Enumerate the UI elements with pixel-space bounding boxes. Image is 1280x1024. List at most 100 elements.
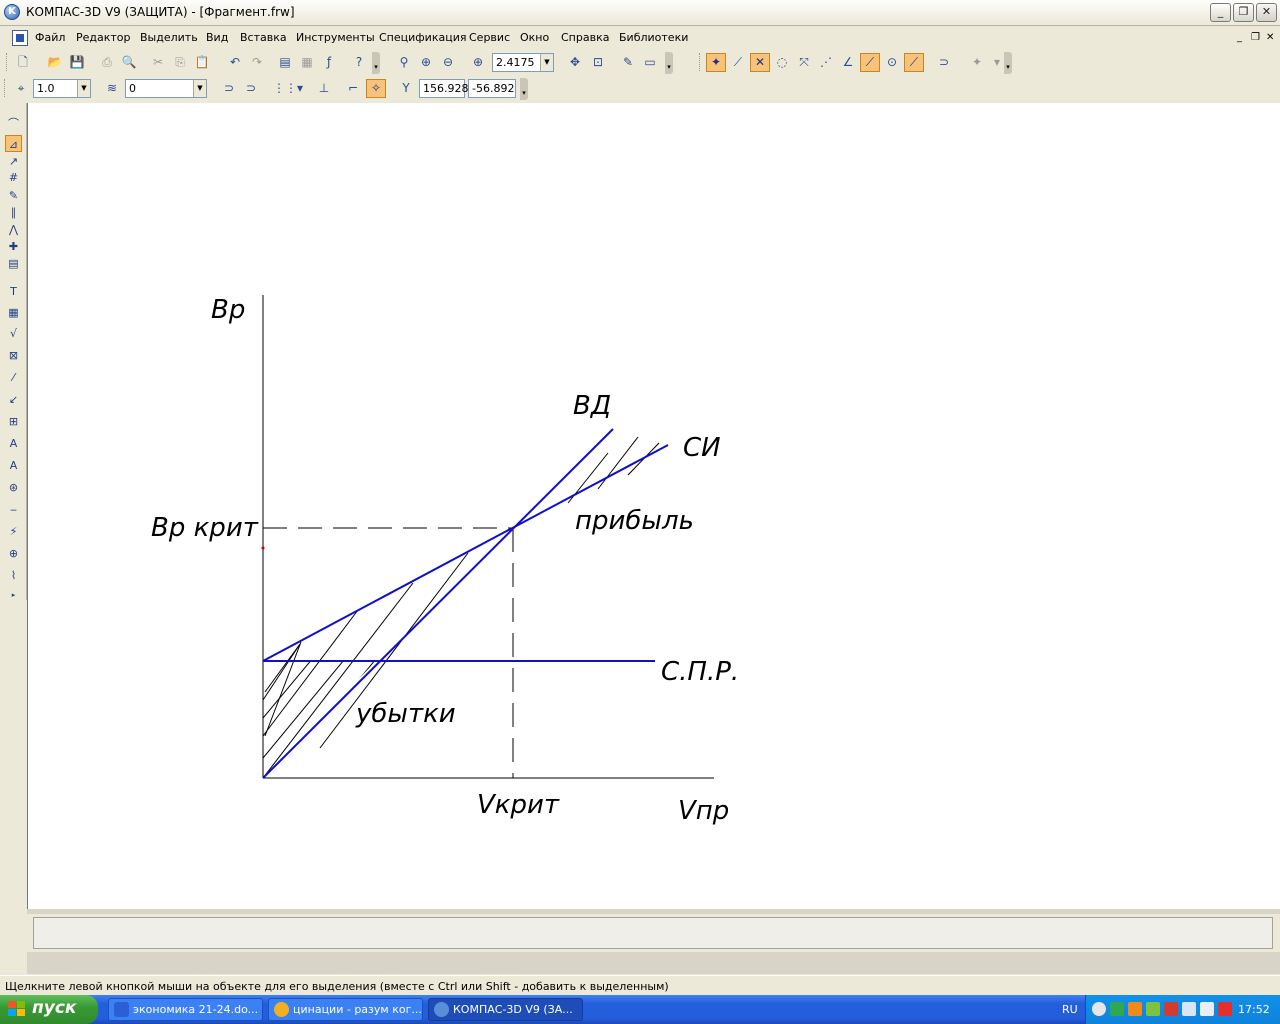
geometry-icon[interactable]: ⌒ xyxy=(5,115,22,132)
toolbar-grip[interactable] xyxy=(699,53,702,71)
menu-libraries[interactable]: Библиотеки xyxy=(619,31,688,44)
close-button[interactable]: ✕ xyxy=(1256,3,1277,22)
save-icon[interactable]: 💾 xyxy=(67,53,87,72)
cut-icon[interactable]: ✂ xyxy=(148,53,168,72)
document-icon[interactable] xyxy=(12,30,28,46)
tray-yandex-icon[interactable] xyxy=(1218,1002,1232,1016)
mdi-close-button[interactable]: ✕ xyxy=(1266,32,1274,43)
chevron-down-icon[interactable]: ▼ xyxy=(193,80,206,97)
center-mark-icon[interactable]: ⊕ xyxy=(5,545,22,562)
new-document-icon[interactable]: 🗋 xyxy=(13,53,33,72)
label-pribyl[interactable]: прибыль xyxy=(575,506,694,536)
magnet-icon[interactable]: ⊃ xyxy=(934,53,954,72)
tray-volume-icon[interactable] xyxy=(1200,1002,1214,1016)
measure-icon[interactable]: ⊿ xyxy=(5,135,22,152)
scale-icon[interactable]: ⌖ xyxy=(11,79,31,98)
refresh-icon[interactable]: ✎ xyxy=(618,53,638,72)
tray-expand-icon[interactable] xyxy=(1092,1002,1106,1016)
toolbar-grip[interactable] xyxy=(6,53,9,71)
tolerance-icon[interactable]: ⊞ xyxy=(5,413,22,430)
task-word-document[interactable]: экономика 21-24.do... xyxy=(108,998,263,1021)
report-icon[interactable]: ▤ xyxy=(5,255,22,272)
redo-icon[interactable]: ↷ xyxy=(247,53,267,72)
coord-y-field[interactable]: -56.892 xyxy=(468,79,516,98)
minimize-button[interactable]: _ xyxy=(1210,3,1231,22)
zoom-out-icon[interactable]: ⊖ xyxy=(438,53,458,72)
snap-grid-icon[interactable]: ⋰ xyxy=(816,53,836,72)
label-ubytki[interactable]: убытки xyxy=(355,699,456,729)
mdi-restore-button[interactable]: ❐ xyxy=(1251,32,1260,43)
snap-alignment-icon[interactable]: ⟋ xyxy=(904,53,924,72)
pan-icon[interactable]: ✥ xyxy=(565,53,585,72)
snap-extra-icon[interactable]: ✦ xyxy=(967,53,987,72)
select-icon[interactable]: ✚ xyxy=(5,238,22,255)
print-preview-icon[interactable]: 🔍 xyxy=(119,53,139,72)
zoom-in-icon[interactable]: ⊕ xyxy=(416,53,436,72)
label-vkrit[interactable]: Vкрит xyxy=(477,790,560,820)
task-browser[interactable]: цинации - разум ког... xyxy=(268,998,423,1021)
layers-icon[interactable]: ≋ xyxy=(102,79,122,98)
menu-view[interactable]: Вид xyxy=(206,31,228,44)
toolbar-overflow-chevron[interactable]: ▾ xyxy=(1004,52,1012,74)
library-icon[interactable]: ▦ xyxy=(297,53,317,72)
display-icon[interactable]: ▭ xyxy=(640,53,660,72)
label-vpr[interactable]: Vпр xyxy=(678,796,729,826)
menu-window[interactable]: Окно xyxy=(520,31,549,44)
parametric-mode-icon[interactable]: ✧ xyxy=(366,79,386,98)
toolbar-overflow-chevron[interactable]: ▾ xyxy=(520,78,528,100)
menu-service[interactable]: Сервис xyxy=(469,31,510,44)
snap-angle-icon[interactable]: ∠ xyxy=(838,53,858,72)
menu-help[interactable]: Справка xyxy=(561,31,609,44)
scale-combo[interactable]: 1.0 ▼ xyxy=(33,79,91,98)
menu-insert[interactable]: Вставка xyxy=(240,31,287,44)
zoom-combo[interactable]: 2.4175 ▼ xyxy=(492,53,554,72)
kompas-app-icon[interactable]: K xyxy=(4,4,20,20)
property-panel-content[interactable] xyxy=(33,917,1273,949)
grid-icon[interactable]: ⋮⋮ xyxy=(272,79,297,98)
start-button[interactable]: пуск xyxy=(0,995,98,1024)
position-icon[interactable]: ↙ xyxy=(5,391,22,408)
total-cost-line-si[interactable] xyxy=(262,444,669,662)
tray-antivirus-icon[interactable] xyxy=(1164,1002,1178,1016)
text-icon[interactable]: T xyxy=(5,283,22,300)
expand-arrow-icon[interactable]: ▸ xyxy=(5,587,22,604)
label-si[interactable]: СИ xyxy=(683,433,721,463)
snap-local-icon[interactable]: ⊃ xyxy=(219,79,239,98)
view-arrow-icon[interactable]: A xyxy=(5,457,22,474)
snap-normal-icon[interactable]: ⤧ xyxy=(794,53,814,72)
chevron-down-icon[interactable]: ▼ xyxy=(77,80,90,97)
roughness-icon[interactable]: √ xyxy=(5,325,22,342)
snap-nearest-point-icon[interactable]: ✦ xyxy=(706,53,726,72)
paste-icon[interactable]: 📋 xyxy=(192,53,212,72)
label-vr[interactable]: Вр xyxy=(211,295,245,325)
menu-file[interactable]: Файл xyxy=(35,31,65,44)
edit-icon[interactable]: ✎ xyxy=(5,187,22,204)
toolbar-grip[interactable] xyxy=(4,79,7,97)
cursor-coordinates-icon[interactable]: Y xyxy=(396,79,416,98)
wavy-line-icon[interactable]: ⌇ xyxy=(5,567,22,584)
base-icon[interactable]: ⊠ xyxy=(5,347,22,364)
layer-combo[interactable]: 0 ▼ xyxy=(125,79,207,98)
zoom-icon[interactable]: ⚲ xyxy=(394,53,414,72)
tray-app-icon[interactable] xyxy=(1110,1002,1124,1016)
menu-tools[interactable]: Инструменты xyxy=(296,31,375,44)
cut-line-icon[interactable]: A xyxy=(5,435,22,452)
menu-editor[interactable]: Редактор xyxy=(76,31,131,44)
tray-network-icon[interactable] xyxy=(1146,1002,1160,1016)
drawing-canvas[interactable]: Вр ВД СИ Вр крит прибыль С.П.Р. убытки V… xyxy=(27,103,1280,909)
variables-icon[interactable]: ƒ xyxy=(319,53,339,72)
help-pointer-icon[interactable]: ? xyxy=(349,53,369,72)
ortho-icon[interactable]: ⌐ xyxy=(343,79,363,98)
dimensions-icon[interactable]: ↗ xyxy=(5,153,22,170)
constraint-icon[interactable]: ⋀ xyxy=(5,221,22,238)
chevron-down-icon[interactable]: ▾ xyxy=(290,79,310,98)
maximize-button[interactable]: ❐ xyxy=(1233,3,1254,22)
open-folder-icon[interactable]: 📂 xyxy=(45,53,65,72)
snap-center-icon[interactable]: ⊙ xyxy=(882,53,902,72)
snap-point-on-curve-icon[interactable]: ⟋ xyxy=(860,53,880,72)
copy-icon[interactable]: ⎘ xyxy=(170,53,190,72)
mdi-minimize-button[interactable]: _ xyxy=(1237,32,1242,43)
snap-global-icon[interactable]: ⊃ xyxy=(241,79,261,98)
snap-middle-icon[interactable]: ⟋ xyxy=(728,53,748,72)
table-icon[interactable]: ▦ xyxy=(5,304,22,321)
